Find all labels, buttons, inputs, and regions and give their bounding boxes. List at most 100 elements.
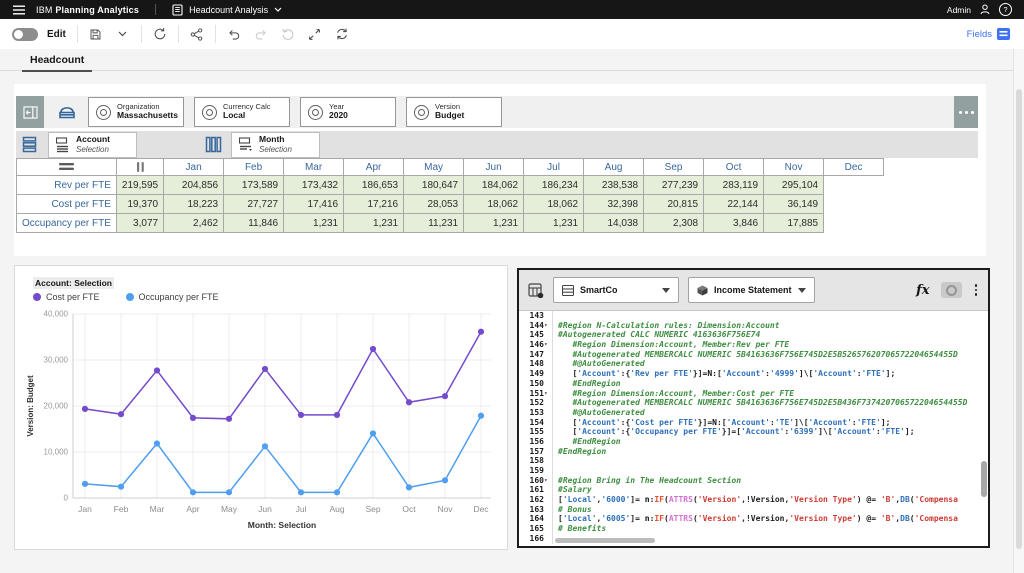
code-line[interactable]: 151▾ #Region Dimension:Account, Member:C… — [519, 389, 988, 399]
grid-cell[interactable]: 18,223 — [164, 195, 224, 214]
code-line[interactable]: 145#Autogenerated CALC NUMERIC 4163636F7… — [519, 330, 988, 340]
grid-cell[interactable]: 1,231 — [344, 214, 404, 233]
column-header[interactable]: May — [404, 159, 464, 176]
data-point[interactable] — [406, 484, 412, 490]
columns-icon[interactable] — [205, 136, 222, 153]
dimension-pill-version[interactable]: VersionBudget — [406, 97, 502, 127]
code-line[interactable]: 144▾#Region N-Calculation rules: Dimensi… — [519, 321, 988, 331]
grid-cell[interactable]: 2,462 — [164, 214, 224, 233]
code-line[interactable]: 162['Local','6000']= n:IF(ATTRS('Version… — [519, 495, 988, 505]
expand-button[interactable] — [306, 25, 324, 43]
grid-cell[interactable]: 11,231 — [404, 214, 464, 233]
grid-cell[interactable]: 1,231 — [284, 214, 344, 233]
data-point[interactable] — [406, 399, 412, 405]
grid-cell[interactable]: 219,595 — [116, 176, 163, 195]
rows-icon[interactable] — [22, 136, 39, 153]
tab-headcount[interactable]: Headcount — [22, 49, 92, 72]
code-line[interactable]: 154 ['Account':{'Cost per FTE'}]=N:['Acc… — [519, 418, 988, 428]
fields-button[interactable]: Fields — [967, 28, 1024, 40]
grid-cell[interactable]: 173,589 — [224, 176, 284, 195]
code-line[interactable]: 155 ['Account':{'Occupancy per FTE'}]=['… — [519, 427, 988, 437]
overflow-menu-button[interactable] — [954, 96, 978, 128]
fx-button[interactable]: fx — [916, 283, 929, 298]
column-header[interactable]: Jan — [164, 159, 224, 176]
grid-cell[interactable]: 18,062 — [524, 195, 584, 214]
code-line[interactable]: 146▾ #Region Dimension:Account, Member:R… — [519, 340, 988, 350]
grid-cell[interactable]: 28,053 — [404, 195, 464, 214]
code-line[interactable]: 161#Salary — [519, 485, 988, 495]
code-line[interactable]: 160▾#Region Bring in The Headcount Secti… — [519, 476, 988, 486]
data-point[interactable] — [118, 484, 124, 490]
grid-cell[interactable]: 295,104 — [764, 176, 824, 195]
calculator-grid-icon[interactable] — [528, 283, 544, 298]
grid-cell[interactable]: 20,815 — [644, 195, 704, 214]
code-line[interactable]: 153 #@AutoGenerated — [519, 408, 988, 418]
rows-dimension-pill[interactable]: AccountSelection — [48, 132, 137, 158]
data-point[interactable] — [334, 412, 340, 418]
grid-cell[interactable]: 17,216 — [344, 195, 404, 214]
column-header[interactable]: Jun — [464, 159, 524, 176]
dimension-pill-year[interactable]: Year2020 — [300, 97, 396, 127]
row-drag-handle[interactable] — [17, 159, 117, 176]
grid-cell[interactable]: 18,062 — [464, 195, 524, 214]
grid-cell[interactable]: 277,239 — [644, 176, 704, 195]
book-selector[interactable]: Headcount Analysis — [172, 4, 282, 16]
column-drag-handle[interactable] — [116, 159, 163, 176]
data-point[interactable] — [154, 440, 160, 446]
grid-cell[interactable]: 22,144 — [704, 195, 764, 214]
code-line[interactable]: 148 #@AutoGenerated — [519, 359, 988, 369]
code-line[interactable]: 159 — [519, 466, 988, 476]
data-point[interactable] — [442, 477, 448, 483]
grid-cell[interactable]: 2,308 — [644, 214, 704, 233]
data-point[interactable] — [226, 416, 232, 422]
page-scrollbar-thumb[interactable] — [1016, 89, 1022, 549]
column-header[interactable]: Dec — [824, 159, 884, 176]
data-point[interactable] — [262, 366, 268, 372]
dimension-pill-organization[interactable]: OrganizationMassachusetts — [88, 97, 184, 127]
column-header[interactable]: Aug — [584, 159, 644, 176]
data-point[interactable] — [478, 413, 484, 419]
horizontal-scrollbar[interactable] — [555, 538, 655, 543]
grid-cell[interactable]: 17,885 — [764, 214, 824, 233]
redo-button[interactable] — [252, 25, 270, 43]
share-button[interactable] — [188, 25, 206, 43]
user-name[interactable]: Admin — [947, 5, 971, 15]
fold-toggle[interactable]: ▾ — [544, 476, 551, 486]
save-options-chevron[interactable] — [114, 25, 132, 43]
legend-item[interactable]: Cost per FTE — [33, 292, 100, 302]
column-header[interactable]: Sep — [644, 159, 704, 176]
code-line[interactable]: 156 #EndRegion — [519, 437, 988, 447]
column-header[interactable]: Jul — [524, 159, 584, 176]
grid-cell[interactable]: 238,538 — [584, 176, 644, 195]
data-point[interactable] — [190, 489, 196, 495]
data-point[interactable] — [82, 406, 88, 412]
code-line[interactable]: 150 #EndRegion — [519, 379, 988, 389]
grid-cell[interactable]: 11,846 — [224, 214, 284, 233]
grid-cell[interactable]: 180,647 — [404, 176, 464, 195]
data-point[interactable] — [298, 489, 304, 495]
undo-button[interactable] — [225, 25, 243, 43]
data-point[interactable] — [298, 412, 304, 418]
bench-icon[interactable] — [58, 105, 76, 120]
cube-selector[interactable]: SmartCo — [553, 277, 679, 303]
code-line[interactable]: 149 ['Account':{'Rev per FTE'}]=N:['Acco… — [519, 369, 988, 379]
data-point[interactable] — [190, 415, 196, 421]
data-point[interactable] — [118, 411, 124, 417]
code-line[interactable]: 143 — [519, 311, 988, 321]
dimension-pill-currency-calc[interactable]: Currency CalcLocal — [194, 97, 290, 127]
code-line[interactable]: 158 — [519, 456, 988, 466]
fold-toggle[interactable]: ▾ — [544, 340, 551, 350]
user-icon[interactable] — [980, 4, 990, 15]
code-line[interactable]: 147 #Autogenerated MEMBERCALC NUMERIC 5B… — [519, 350, 988, 360]
fold-toggle[interactable]: ▾ — [544, 321, 551, 331]
rules-code-editor[interactable]: 143144▾#Region N-Calculation rules: Dime… — [519, 311, 988, 545]
help-button[interactable]: ? — [999, 3, 1012, 16]
fold-toggle[interactable]: ▾ — [544, 389, 551, 399]
code-line[interactable]: 157#EndRegion — [519, 447, 988, 457]
grid-cell[interactable]: 36,149 — [764, 195, 824, 214]
column-header[interactable]: Mar — [284, 159, 344, 176]
grid-cell[interactable]: 3,077 — [116, 214, 163, 233]
data-point[interactable] — [262, 443, 268, 449]
reset-button[interactable] — [279, 25, 297, 43]
grid-cell[interactable]: 186,234 — [524, 176, 584, 195]
